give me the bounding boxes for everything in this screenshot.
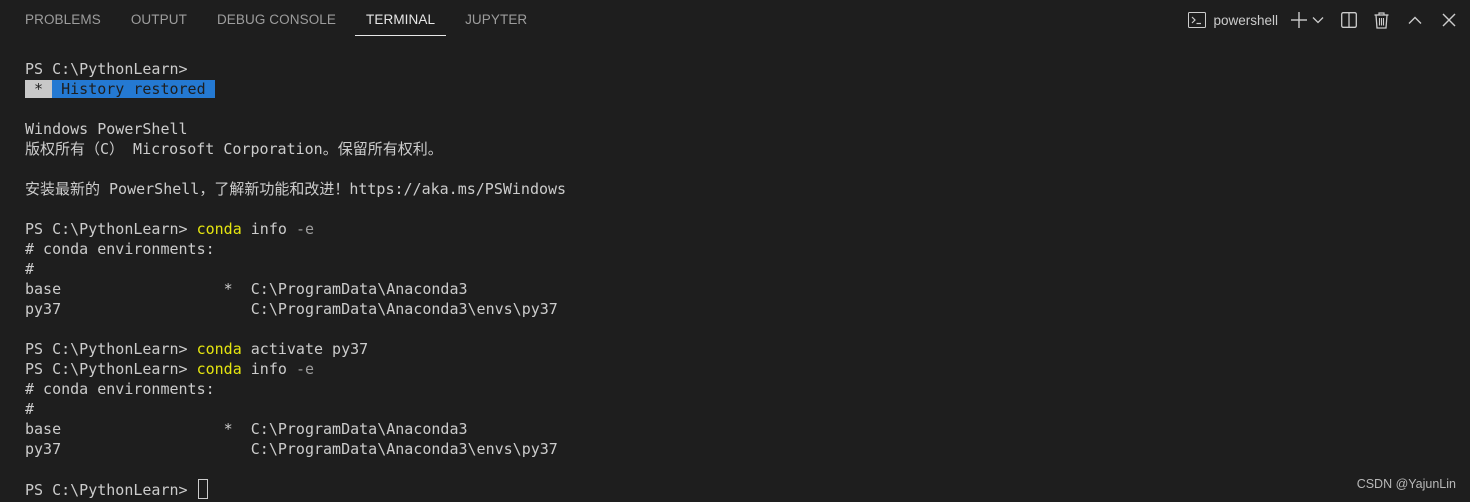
- close-panel-button[interactable]: [1440, 8, 1458, 32]
- command-args: info: [241, 360, 296, 378]
- output-text: base * C:\ProgramData\Anaconda3: [25, 280, 468, 298]
- split-terminal-button[interactable]: [1340, 8, 1358, 32]
- tab-problems[interactable]: PROBLEMS: [14, 0, 112, 40]
- prompt: PS C:\PythonLearn>: [25, 60, 188, 78]
- chevron-up-icon: [1408, 16, 1422, 24]
- text-cursor: [197, 479, 208, 499]
- terminal-line: #: [25, 259, 1455, 279]
- terminal-line: py37 C:\ProgramData\Anaconda3\envs\py37: [25, 439, 1455, 459]
- prompt: PS C:\PythonLearn>: [25, 340, 197, 358]
- chevron-down-icon: [1312, 17, 1324, 24]
- panel-header: PROBLEMS OUTPUT DEBUG CONSOLE TERMINAL J…: [0, 0, 1470, 40]
- output-text: #: [25, 400, 35, 418]
- command-args: activate py37: [241, 340, 369, 358]
- command-flag: -e: [295, 220, 314, 238]
- terminal-output[interactable]: PS C:\PythonLearn> * History restored Wi…: [25, 59, 1455, 499]
- plus-icon: [1291, 12, 1307, 28]
- trash-icon: [1374, 11, 1388, 29]
- shell-selector[interactable]: powershell: [1188, 12, 1278, 28]
- terminal-command-line: PS C:\PythonLearn> conda info -e: [25, 219, 1455, 239]
- command-flag: -e: [295, 360, 314, 378]
- terminal-line: # conda environments:: [25, 379, 1455, 399]
- maximize-panel-button[interactable]: [1406, 8, 1424, 32]
- terminal-line: py37 C:\ProgramData\Anaconda3\envs\py37: [25, 299, 1455, 319]
- close-icon: [1442, 13, 1456, 27]
- terminal-line: PS C:\PythonLearn>: [25, 59, 1455, 79]
- terminal-input-line[interactable]: PS C:\PythonLearn>: [25, 479, 1455, 499]
- panel-tabs: PROBLEMS OUTPUT DEBUG CONSOLE TERMINAL J…: [14, 0, 546, 40]
- terminal-line: Windows PowerShell: [25, 119, 1455, 139]
- command-args: info: [241, 220, 296, 238]
- terminal-line: base * C:\ProgramData\Anaconda3: [25, 279, 1455, 299]
- tab-output[interactable]: OUTPUT: [120, 0, 198, 40]
- history-restored-line: * History restored: [25, 79, 1455, 99]
- output-text: # conda environments:: [25, 240, 215, 258]
- command-name: conda: [196, 360, 242, 378]
- terminal-icon: [1188, 12, 1207, 28]
- terminal-line: base * C:\ProgramData\Anaconda3: [25, 419, 1455, 439]
- tab-jupyter[interactable]: JUPYTER: [454, 0, 538, 40]
- output-text: base * C:\ProgramData\Anaconda3: [25, 420, 468, 438]
- output-text: # conda environments:: [25, 380, 215, 398]
- tab-terminal[interactable]: TERMINAL: [355, 0, 447, 40]
- tab-debug-console[interactable]: DEBUG CONSOLE: [206, 0, 347, 40]
- shell-name: powershell: [1213, 12, 1278, 28]
- prompt: PS C:\PythonLearn>: [25, 220, 197, 238]
- history-star-badge: *: [25, 80, 53, 98]
- prompt: PS C:\PythonLearn>: [25, 360, 197, 378]
- terminal-line: 版权所有（C） Microsoft Corporation。保留所有权利。: [25, 139, 1455, 159]
- output-text: py37 C:\ProgramData\Anaconda3\envs\py37: [25, 300, 558, 318]
- watermark: CSDN @YajunLin: [1356, 477, 1456, 491]
- terminal-line: 安装最新的 PowerShell，了解新功能和改进！https://aka.ms…: [25, 179, 1455, 199]
- history-restored-message: History restored: [52, 80, 215, 98]
- output-text: 版权所有（C） Microsoft Corporation。保留所有权利。: [25, 140, 443, 158]
- command-name: conda: [196, 340, 242, 358]
- command-name: conda: [196, 220, 242, 238]
- output-text: py37 C:\ProgramData\Anaconda3\envs\py37: [25, 440, 558, 458]
- launch-profile-button[interactable]: [1310, 8, 1326, 32]
- terminal-line: #: [25, 399, 1455, 419]
- output-text: 安装最新的 PowerShell，了解新功能和改进！https://aka.ms…: [25, 180, 567, 198]
- kill-terminal-button[interactable]: [1372, 8, 1390, 32]
- terminal-command-line: PS C:\PythonLearn> conda activate py37: [25, 339, 1455, 359]
- terminal-command-line: PS C:\PythonLearn> conda info -e: [25, 359, 1455, 379]
- output-text: Windows PowerShell: [25, 120, 188, 138]
- prompt: PS C:\PythonLearn>: [25, 481, 197, 499]
- terminal-line: # conda environments:: [25, 239, 1455, 259]
- split-icon: [1341, 12, 1357, 28]
- new-terminal-button[interactable]: [1288, 8, 1310, 32]
- panel-actions: powershell: [1188, 0, 1458, 40]
- output-text: #: [25, 260, 35, 278]
